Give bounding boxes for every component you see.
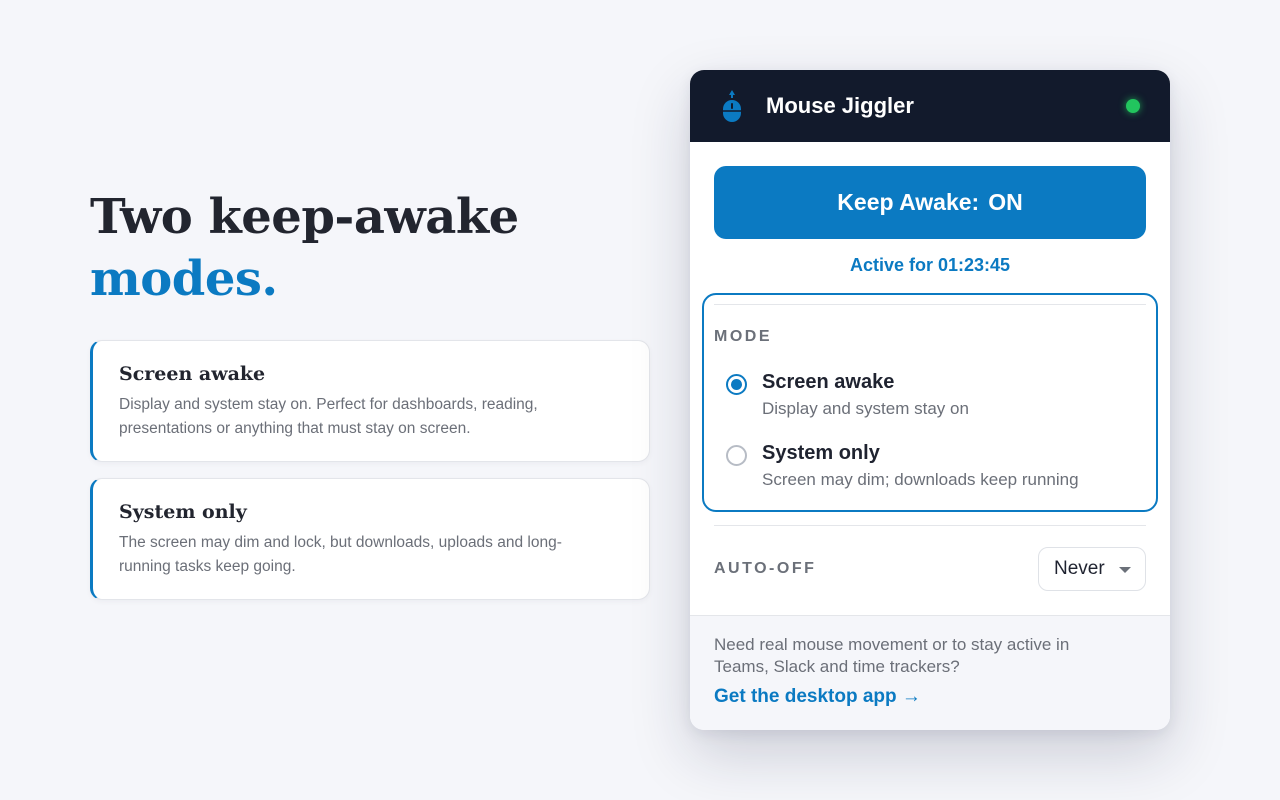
auto-off-label: AUTO-OFF: [714, 560, 817, 577]
feature-title: Screen awake: [119, 363, 266, 385]
keep-awake-toggle-button[interactable]: Keep Awake: ON: [714, 166, 1146, 239]
status-indicator-dot: [1126, 99, 1140, 113]
mode-section: MODE Screen awake Display and system sta…: [702, 293, 1158, 512]
hero-title-line1: Two keep-awake: [90, 189, 519, 245]
option-title: Screen awake: [762, 371, 895, 393]
radio-screen-awake[interactable]: [726, 374, 747, 395]
active-timer: Active for 01:23:45: [849, 255, 1011, 275]
radio-system-only[interactable]: [726, 445, 747, 466]
auto-off-select[interactable]: Never: [1038, 547, 1146, 591]
option-subtitle: Display and system stay on: [762, 399, 969, 418]
feature-card-screen-awake: Screen awake Display and system stay on.…: [90, 340, 650, 462]
section-divider: [714, 525, 1146, 526]
extension-popup: Mouse Jiggler Keep Awake: ON Active for 0…: [690, 70, 1170, 730]
hero-title-line2: modes.: [90, 251, 278, 307]
feature-title: System only: [119, 501, 247, 523]
toggle-state: ON: [988, 189, 1023, 215]
feature-description: The screen may dim and lock, but downloa…: [119, 534, 562, 575]
mode-option-screen-awake[interactable]: Screen awake Display and system stay on: [726, 371, 969, 419]
feature-card-system-only: System only The screen may dim and lock,…: [90, 478, 650, 600]
auto-off-value: Never: [1054, 558, 1105, 579]
mouse-icon: [723, 90, 741, 122]
option-title: System only: [762, 442, 880, 464]
desktop-app-link[interactable]: Get the desktop app →: [714, 686, 921, 708]
mode-divider: [714, 304, 1146, 305]
feature-description: Display and system stay on. Perfect for …: [119, 396, 538, 437]
mode-label: MODE: [714, 328, 772, 345]
chevron-down-icon: [1119, 567, 1131, 573]
hero-title: Two keep-awake modes.: [90, 186, 519, 310]
toggle-label: Keep Awake:: [837, 189, 980, 215]
footer-text: Need real mouse movement or to stay acti…: [714, 635, 1070, 676]
popup-header: Mouse Jiggler: [690, 70, 1170, 142]
option-subtitle: Screen may dim; downloads keep running: [762, 470, 1079, 489]
app-title: Mouse Jiggler: [766, 93, 914, 118]
mode-option-system-only[interactable]: System only Screen may dim; downloads ke…: [726, 442, 1079, 490]
popup-footer: Need real mouse movement or to stay acti…: [690, 615, 1170, 730]
